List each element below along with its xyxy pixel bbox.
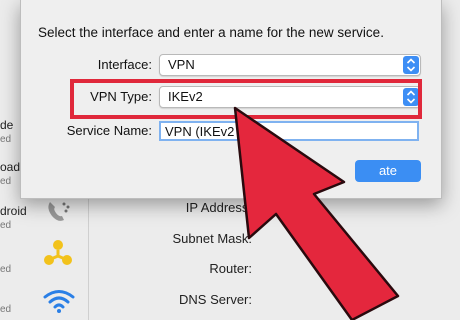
updown-chevron-icon bbox=[403, 56, 419, 74]
sidebar-item-label[interactable]: oad bbox=[0, 160, 20, 174]
sidebar-item-status: ed bbox=[0, 264, 12, 275]
sidebar-divider bbox=[88, 180, 89, 320]
dns-server-label: DNS Server: bbox=[179, 292, 252, 307]
wifi-icon bbox=[43, 290, 75, 313]
interface-popup[interactable]: VPN bbox=[159, 54, 421, 76]
firewire-icon bbox=[44, 240, 72, 265]
phone-icon bbox=[48, 202, 70, 221]
sidebar-item-status: ed bbox=[0, 304, 12, 315]
vpn-type-highlight bbox=[70, 79, 422, 119]
sidebar-item-status: ed bbox=[0, 220, 12, 231]
create-button[interactable]: ate bbox=[355, 160, 421, 182]
sidebar-item-label[interactable]: droid bbox=[0, 204, 27, 218]
router-label: Router: bbox=[209, 261, 252, 276]
sidebar-item-status: ed bbox=[0, 134, 12, 145]
subnet-mask-label: Subnet Mask: bbox=[172, 231, 253, 246]
sidebar-item-label[interactable]: de bbox=[0, 118, 13, 132]
service-name-label: Service Name: bbox=[66, 123, 152, 138]
interface-label: Interface: bbox=[97, 57, 152, 72]
ip-address-label: IP Address: bbox=[185, 200, 252, 215]
service-name-field[interactable]: VPN (IKEv2 bbox=[159, 121, 419, 141]
sidebar-item-status: ed bbox=[0, 176, 12, 187]
interface-value: VPN bbox=[168, 57, 195, 72]
sheet-title: Select the interface and enter a name fo… bbox=[38, 25, 384, 40]
